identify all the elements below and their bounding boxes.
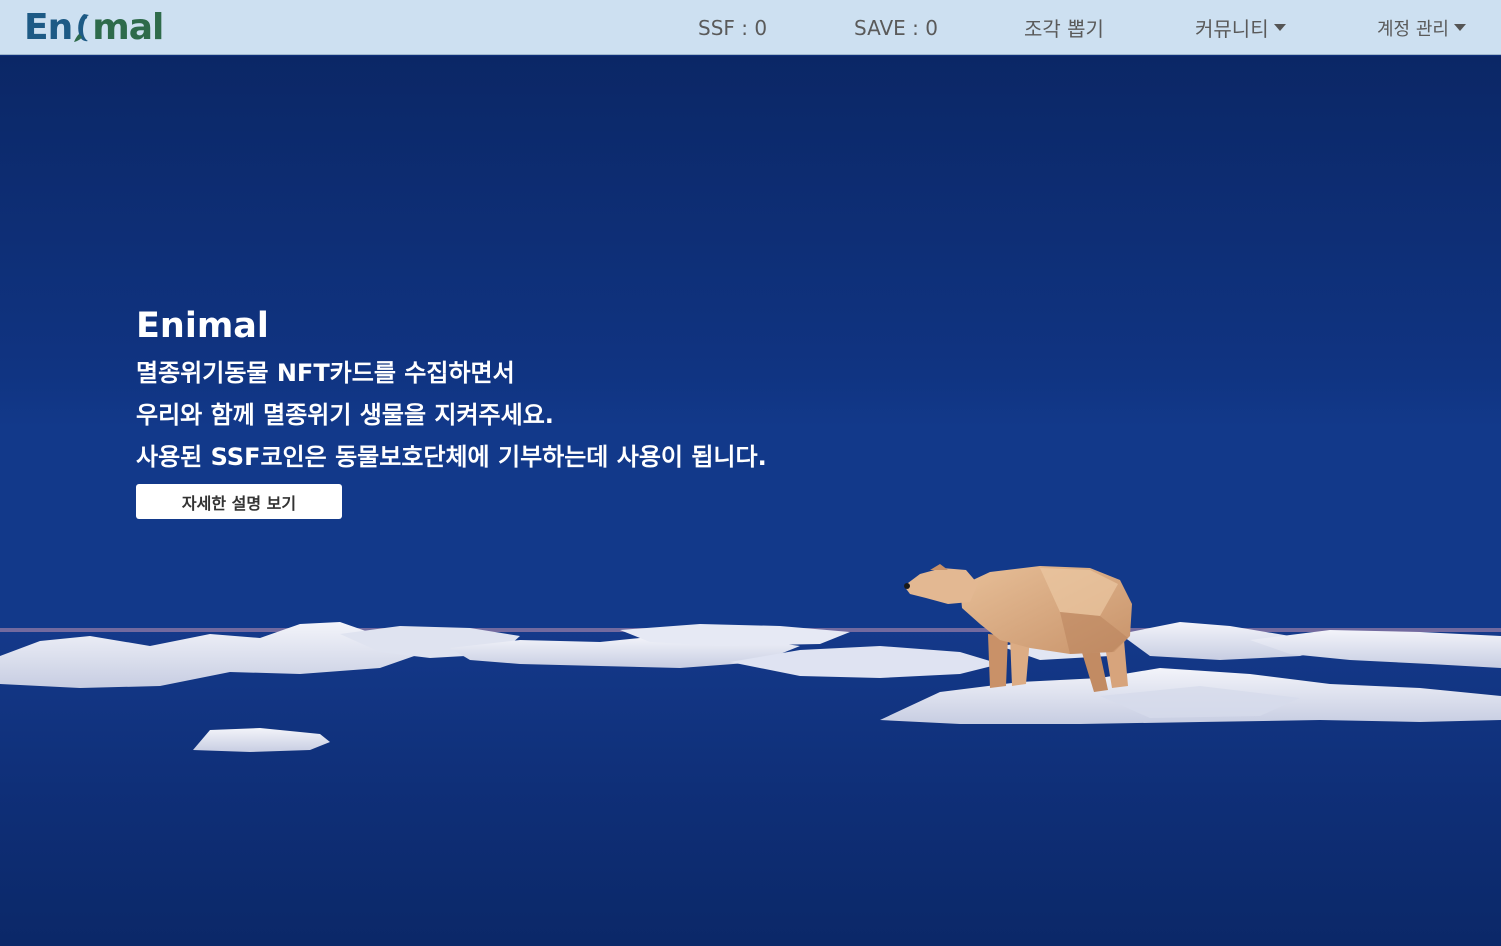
nav-gacha-link[interactable]: 조각 뽑기 (1024, 0, 1104, 55)
hero-line: 멸종위기동물 NFT카드를 수집하면서 (136, 359, 515, 387)
hero-line: 사용된 SSF코인은 동물보호단체에 기부하는데 사용이 됩니다. (136, 443, 767, 471)
hero-line: 우리와 함께 멸종위기 생물을 지켜주세요. (136, 401, 554, 429)
save-balance[interactable]: SAVE : 0 (854, 0, 938, 55)
seal-icon (74, 14, 90, 42)
logo-text-left: En (24, 6, 73, 48)
hero-text-block: Enimal 멸종위기동물 NFT카드를 수집하면서 우리와 함께 멸종위기 생… (136, 306, 767, 519)
chevron-down-icon (1453, 24, 1466, 31)
nav-account-dropdown[interactable]: 계정 관리 (1377, 0, 1466, 55)
logo[interactable]: En mal (24, 6, 164, 48)
navbar: En mal SSF : 0 SAVE : 0 조각 뽑기 커뮤니티 계정 관리 (0, 0, 1501, 55)
nav-community-dropdown[interactable]: 커뮤니티 (1195, 0, 1286, 55)
hero-section: Enimal 멸종위기동물 NFT카드를 수집하면서 우리와 함께 멸종위기 생… (0, 56, 1501, 946)
nav-community-label: 커뮤니티 (1195, 17, 1269, 41)
logo-text-right: mal (92, 6, 164, 48)
detail-button[interactable]: 자세한 설명 보기 (136, 484, 342, 519)
chevron-down-icon (1273, 24, 1286, 31)
nav-account-label: 계정 관리 (1377, 18, 1449, 40)
ssf-balance[interactable]: SSF : 0 (698, 0, 767, 55)
hero-title: Enimal (136, 306, 269, 346)
